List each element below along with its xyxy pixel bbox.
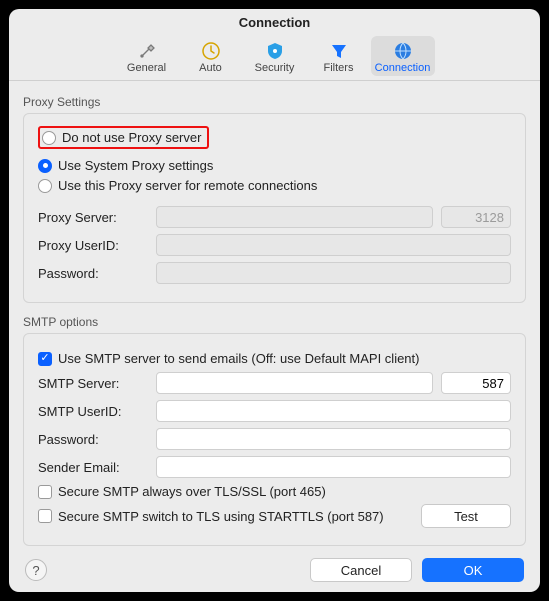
proxy-userid-input[interactable] <box>156 234 511 256</box>
tab-general-label: General <box>115 62 179 74</box>
proxy-group: Do not use Proxy server Use System Proxy… <box>23 113 526 303</box>
funnel-icon <box>307 40 371 62</box>
check-secure-587-label: Secure SMTP switch to TLS using STARTTLS… <box>58 509 395 524</box>
proxy-password-label: Password: <box>38 266 156 281</box>
tab-security-label: Security <box>243 62 307 74</box>
smtp-port-input[interactable] <box>441 372 511 394</box>
test-button[interactable]: Test <box>421 504 511 528</box>
tab-connection-label: Connection <box>371 62 435 74</box>
proxy-password-input[interactable] <box>156 262 511 284</box>
radio-proxy-system-label: Use System Proxy settings <box>58 158 213 173</box>
highlight-box: Do not use Proxy server <box>38 126 209 149</box>
general-icon <box>115 40 179 62</box>
proxy-group-label: Proxy Settings <box>23 95 526 109</box>
check-secure-587[interactable] <box>38 509 52 523</box>
clock-icon <box>179 40 243 62</box>
radio-proxy-none-label: Do not use Proxy server <box>62 130 201 145</box>
smtp-password-label: Password: <box>38 432 156 447</box>
proxy-userid-label: Proxy UserID: <box>38 238 156 253</box>
tab-auto[interactable]: Auto <box>179 36 243 76</box>
tab-filters-label: Filters <box>307 62 371 74</box>
smtp-group-label: SMTP options <box>23 315 526 329</box>
tab-connection[interactable]: Connection <box>371 36 435 76</box>
footer: ? Cancel OK <box>9 558 540 582</box>
content-area: Proxy Settings Do not use Proxy server U… <box>9 81 540 546</box>
tab-filters[interactable]: Filters <box>307 36 371 76</box>
globe-icon <box>371 40 435 62</box>
proxy-port-input[interactable] <box>441 206 511 228</box>
tab-security[interactable]: Security <box>243 36 307 76</box>
smtp-sender-label: Sender Email: <box>38 460 156 475</box>
smtp-server-label: SMTP Server: <box>38 376 156 391</box>
window-title: Connection <box>9 9 540 30</box>
ok-button[interactable]: OK <box>422 558 524 582</box>
radio-proxy-custom[interactable] <box>38 179 52 193</box>
preferences-window: Connection General Auto Security Filters <box>9 9 540 592</box>
radio-proxy-custom-label: Use this Proxy server for remote connect… <box>58 178 317 193</box>
proxy-server-input[interactable] <box>156 206 433 228</box>
check-use-smtp[interactable] <box>38 352 52 366</box>
check-secure-465-label: Secure SMTP always over TLS/SSL (port 46… <box>58 484 326 499</box>
radio-proxy-system[interactable] <box>38 159 52 173</box>
radio-proxy-none[interactable] <box>42 131 56 145</box>
check-use-smtp-label: Use SMTP server to send emails (Off: use… <box>58 351 419 366</box>
smtp-password-input[interactable] <box>156 428 511 450</box>
smtp-userid-label: SMTP UserID: <box>38 404 156 419</box>
proxy-server-label: Proxy Server: <box>38 210 156 225</box>
smtp-sender-input[interactable] <box>156 456 511 478</box>
help-button[interactable]: ? <box>25 559 47 581</box>
tab-general[interactable]: General <box>115 36 179 76</box>
smtp-group: Use SMTP server to send emails (Off: use… <box>23 333 526 546</box>
smtp-userid-input[interactable] <box>156 400 511 422</box>
shield-icon <box>243 40 307 62</box>
smtp-server-input[interactable] <box>156 372 433 394</box>
cancel-button[interactable]: Cancel <box>310 558 412 582</box>
toolbar: General Auto Security Filters Connection <box>9 36 540 80</box>
check-secure-465[interactable] <box>38 485 52 499</box>
tab-auto-label: Auto <box>179 62 243 74</box>
